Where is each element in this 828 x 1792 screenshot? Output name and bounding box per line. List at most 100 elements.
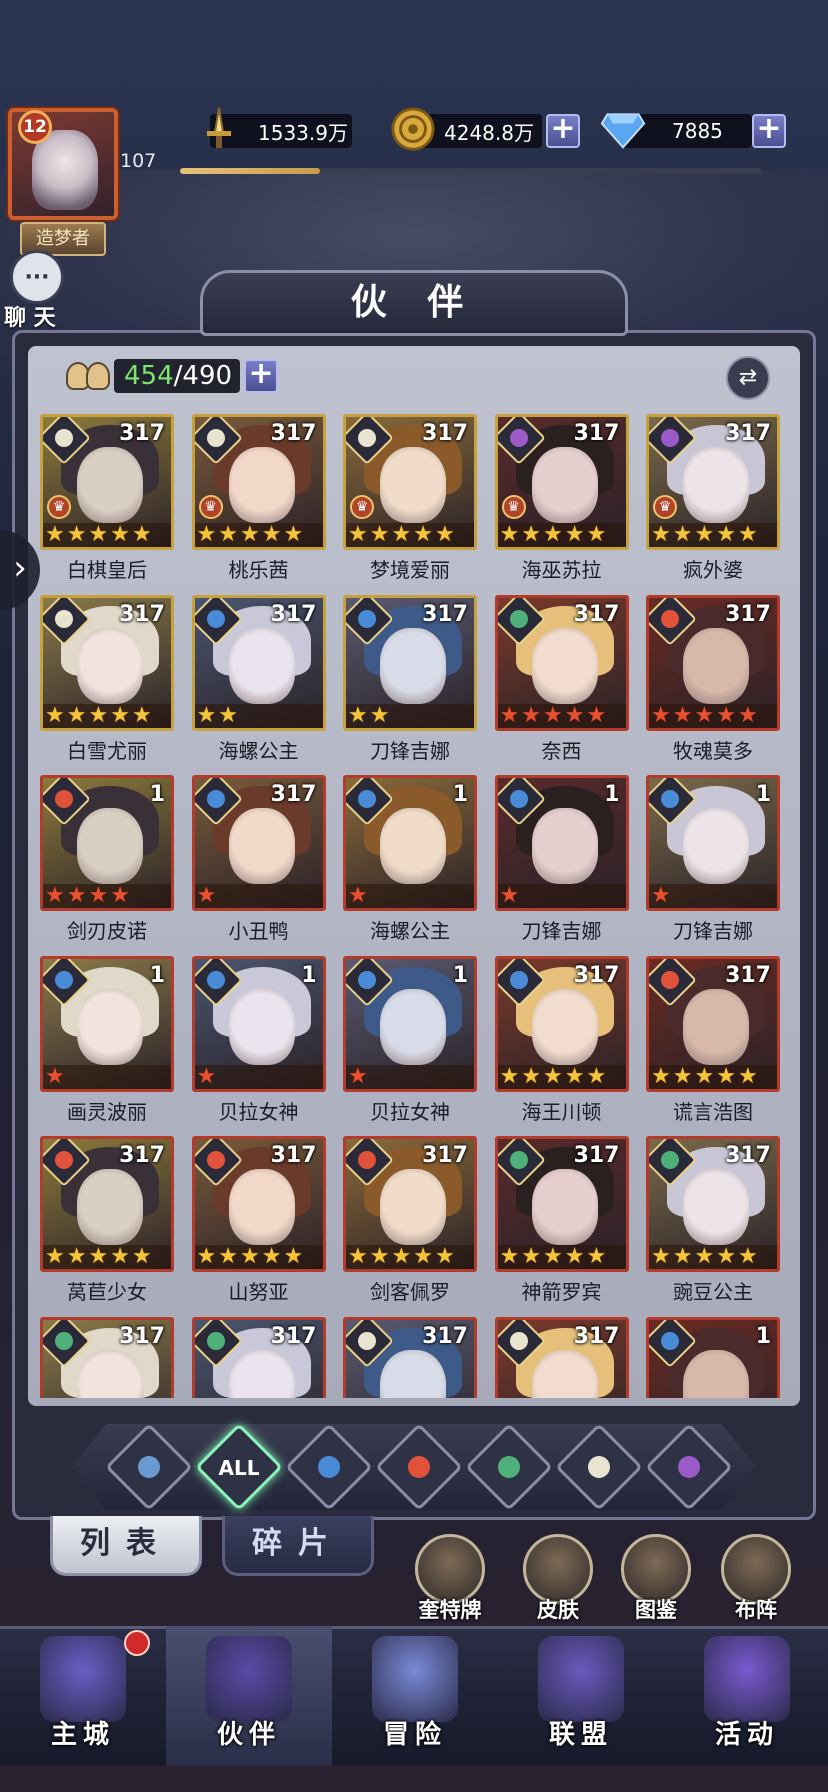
side-button-label: 布阵 [735,1598,777,1622]
chat-button[interactable]: ··· 聊 天 [4,250,70,331]
nav-item-4[interactable]: 活动 [664,1626,828,1766]
star-icon: ★ [196,1063,217,1089]
tab-list[interactable]: 列表 [50,1516,202,1576]
light-element-icon [588,1456,610,1478]
star-rating: ★ ★ ★ ★ ★ [497,522,626,547]
partner-name: 桃乐茜 [228,558,289,582]
side-button-2[interactable]: 图鉴 [612,1534,700,1624]
partner-level: 317 [725,1143,771,1168]
star-icon: ★ [542,522,563,547]
partner-card[interactable]: 317 ★ ★ 海螺公主 [191,594,326,775]
partner-level: 317 [270,421,317,446]
star-rating: ★ [194,884,323,908]
star-rating: ★ ★ ★ ★ ★ [43,702,171,728]
side-button-0[interactable]: 奎特牌 [406,1534,494,1624]
partner-count-box: 454 /490 [114,359,241,393]
add-gold-button[interactable]: + [546,114,580,148]
diamond-icon [600,106,646,152]
partner-name: 小丑鸭 [228,919,289,943]
star-icon: ★ [499,522,520,547]
side-button-3[interactable]: 布阵 [712,1534,800,1624]
partner-level: 317 [573,1323,620,1349]
star-icon: ★ [651,1063,671,1089]
partner-card[interactable]: 1 ★ ★ ★ ★ 剑刃皮诺 [40,775,174,955]
star-rating: ★ ★ ★ ★ [43,884,171,908]
star-icon: ★ [239,1244,260,1269]
star-icon: ★ [716,522,736,547]
partner-card[interactable]: 1 ★ 画灵波丽 [40,955,174,1136]
star-icon: ★ [45,1244,65,1269]
expand-capacity-button[interactable]: + [244,359,279,393]
star-icon: ★ [499,1244,520,1269]
nav-item-2[interactable]: 冒险 [332,1626,498,1766]
partner-card[interactable]: 317 ★ ★ ★ ★ ★ 山努亚 [191,1136,326,1316]
partner-level: 317 [270,782,317,807]
partner-card[interactable]: 317 ♛ ★ ★ ★ ★ ★ 海巫苏拉 [494,414,629,594]
star-icon: ★ [564,1063,585,1089]
crown-icon: ♛ [653,495,677,519]
partner-card[interactable]: 317 [40,1316,174,1398]
partner-card[interactable]: 317 ★ ★ ★ ★ ★ 海王川顿 [494,955,629,1136]
star-icon: ★ [88,702,109,728]
partner-card[interactable]: 317 ★ 小丑鸭 [191,775,326,955]
partner-card[interactable]: 317 ★ ★ ★ ★ ★ 剑客佩罗 [343,1136,477,1316]
partner-level: 317 [422,1323,468,1349]
partner-level: 317 [422,421,468,446]
partner-card[interactable]: 317 ★ ★ 刀锋吉娜 [343,594,477,775]
star-icon: ★ [521,1244,541,1269]
partner-card[interactable]: 317 ★ ★ ★ ★ ★ 谎言浩图 [646,955,780,1136]
partner-name: 贝拉女神 [370,1099,450,1124]
partner-card[interactable]: 317 ★ ★ ★ ★ ★ 神箭罗宾 [494,1136,629,1316]
partner-card[interactable]: 317 [343,1316,477,1398]
sort-swap-button[interactable]: ⇄ [726,356,770,400]
star-icon: ★ [716,1244,736,1269]
partner-card[interactable]: 317 [494,1316,629,1398]
partner-portrait: 1 ★ [494,775,629,911]
portrait-face [380,808,446,884]
partner-card[interactable]: 317 ♛ ★ ★ ★ ★ ★ 疯外婆 [646,414,780,594]
partner-card[interactable]: 1 ★ 刀锋吉娜 [494,775,629,955]
star-icon: ★ [716,1063,736,1089]
star-icon: ★ [218,522,238,547]
portrait-face [531,627,598,704]
star-icon: ★ [110,522,130,547]
side-button-label: 奎特牌 [418,1598,482,1622]
partner-card[interactable]: 1 ★ 海螺公主 [343,775,477,955]
partners-icon [62,356,114,396]
partner-card[interactable]: 317 ★ ★ ★ ★ ★ 莴苣少女 [40,1136,174,1316]
partner-count-current: 454 [124,361,174,391]
partner-level: 317 [725,421,771,446]
portrait-face [228,988,295,1065]
star-icon: ★ [283,1244,304,1269]
partner-level: 1 [452,782,468,807]
partner-card[interactable]: 1 ★ 刀锋吉娜 [646,775,780,955]
partner-card[interactable]: 317 ★ ★ ★ ★ ★ 白雪尤丽 [40,594,174,775]
partner-card[interactable]: 317 ★ ★ ★ ★ ★ 豌豆公主 [646,1136,780,1316]
partner-name: 谎言浩图 [673,1099,753,1124]
nav-item-3[interactable]: 联盟 [498,1626,664,1766]
star-icon: ★ [499,702,520,728]
portrait-face [683,808,749,884]
nav-item-1[interactable]: 伙伴 [166,1626,332,1766]
partner-card[interactable]: 1 [646,1316,780,1398]
add-diamond-button[interactable]: + [752,114,786,148]
partner-card[interactable]: 317 ♛ ★ ★ ★ ★ ★ 白棋皇后 [40,414,174,594]
partner-card[interactable]: 317 ★ ★ ★ ★ ★ 奈西 [494,594,629,775]
partner-card[interactable]: 317 [191,1316,326,1398]
player-level-badge: 12 [18,110,52,144]
dark-element-icon [678,1456,700,1478]
partner-card[interactable]: 317 ★ ★ ★ ★ ★ 牧魂莫多 [646,594,780,775]
star-icon: ★ [694,1063,715,1089]
side-button-1[interactable]: 皮肤 [514,1534,602,1624]
partner-card[interactable]: 1 ★ 贝拉女神 [191,955,326,1136]
star-icon: ★ [434,522,455,547]
partner-card[interactable]: 317 ♛ ★ ★ ★ ★ ★ 梦境爱丽 [343,414,477,594]
tab-fragments[interactable]: 碎片 [222,1516,374,1576]
partner-card[interactable]: 317 ♛ ★ ★ ★ ★ ★ 桃乐茜 [191,414,326,594]
partner-count-max: /490 [173,361,233,391]
partner-card[interactable]: 1 ★ 贝拉女神 [343,955,477,1136]
partner-portrait: 317 ★ ★ ★ ★ ★ [646,955,780,1092]
partner-portrait: 317 ♛ ★ ★ ★ ★ ★ [191,414,326,550]
star-rating: ★ ★ ★ ★ ★ [649,1245,777,1269]
chat-bubble-icon: ··· [10,250,64,304]
